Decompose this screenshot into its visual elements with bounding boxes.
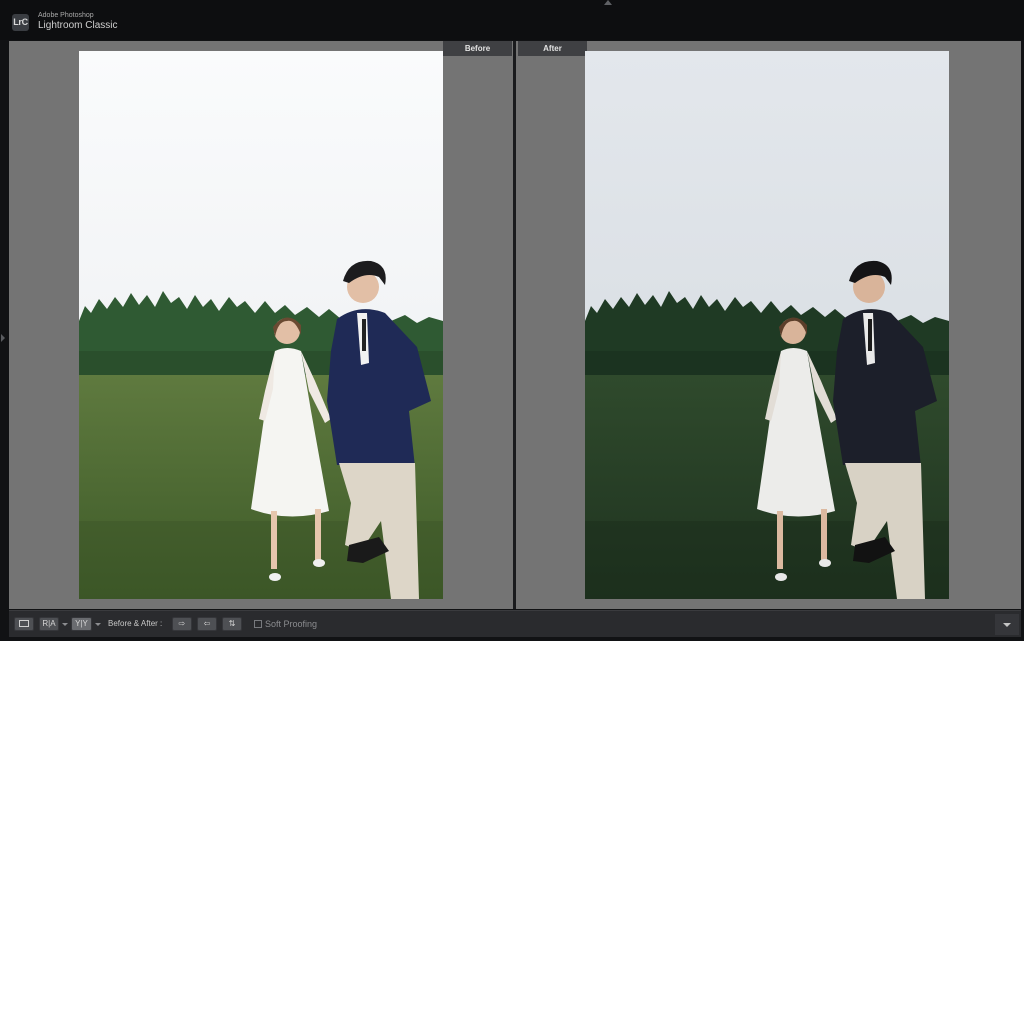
lightroom-window: LrC Adobe Photoshop Lightroom Classic Be… [0, 0, 1024, 641]
copy-before-to-after-button[interactable]: ⇨ [172, 617, 192, 631]
before-after-view-button[interactable]: Y|Y [71, 617, 92, 631]
brand-title: Lightroom Classic [38, 20, 118, 31]
after-photo[interactable] [585, 51, 949, 599]
collapse-top-panel-icon[interactable] [604, 0, 612, 5]
soft-proofing-label[interactable]: Soft Proofing [265, 619, 317, 629]
toolbar: R|A Y|Y Before & After : ⇨ ⇦ ⇅ Soft Proo… [9, 610, 1021, 637]
swap-before-after-button[interactable]: ⇅ [222, 617, 242, 631]
blank-area [0, 641, 1024, 1024]
chevron-down-icon [1003, 623, 1011, 627]
swap-icon: ⇅ [228, 619, 236, 628]
lightroom-logo-icon: LrC [12, 14, 29, 31]
copy-after-to-before-icon: ⇦ [203, 619, 211, 628]
after-label: After [518, 41, 587, 56]
soft-proofing-checkbox[interactable] [254, 620, 262, 628]
loupe-view-button[interactable] [14, 617, 34, 631]
compare-view-button[interactable]: R|A [39, 617, 59, 631]
after-pane[interactable]: After [516, 41, 1021, 609]
before-after-label: Before & After : [108, 619, 163, 628]
copy-before-to-after-icon: ⇨ [178, 619, 186, 628]
before-after-dropdown-icon[interactable] [95, 623, 101, 626]
compare-view-dropdown-icon[interactable] [62, 623, 68, 626]
before-label: Before [443, 41, 512, 56]
brand-subtitle: Adobe Photoshop [38, 12, 94, 19]
title-bar: LrC Adobe Photoshop Lightroom Classic [0, 0, 1024, 40]
loupe-view-icon [19, 620, 29, 627]
toolbar-options-button[interactable] [995, 614, 1019, 635]
copy-after-to-before-button[interactable]: ⇦ [197, 617, 217, 631]
expand-left-panel-icon[interactable] [1, 334, 5, 342]
before-photo[interactable] [79, 51, 443, 599]
before-pane[interactable]: Before [9, 41, 513, 609]
